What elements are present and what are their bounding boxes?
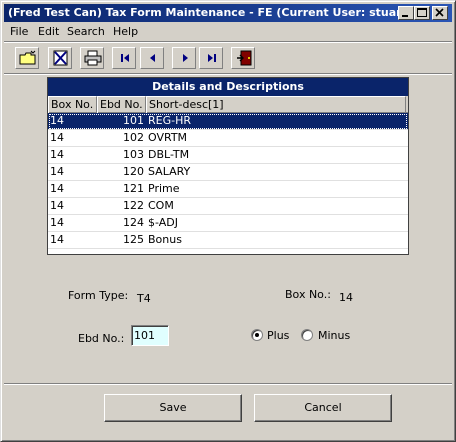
cell-box-no: 14 xyxy=(50,199,64,212)
close-button[interactable] xyxy=(432,6,448,20)
column-header-short-desc[interactable]: Short-desc[1] xyxy=(146,96,406,113)
print-button[interactable] xyxy=(80,47,104,69)
minimize-icon xyxy=(402,15,408,17)
column-header-ebd-no[interactable]: Ebd No. xyxy=(97,96,146,113)
cell-ebd-no: 124 xyxy=(123,216,144,229)
first-record-button[interactable] xyxy=(112,47,136,69)
open-button[interactable] xyxy=(15,47,39,69)
table-row[interactable]: 14 122 COM xyxy=(48,198,408,215)
ebd-no-label: Ebd No.: xyxy=(78,332,125,345)
delete-x-icon xyxy=(53,50,68,66)
next-record-button[interactable] xyxy=(172,47,196,69)
toolbar xyxy=(4,43,452,73)
previous-record-icon xyxy=(150,54,155,62)
minus-radio[interactable] xyxy=(301,329,313,341)
table-row[interactable]: 14 101 REG-HR xyxy=(48,113,408,130)
minus-label[interactable]: Minus xyxy=(318,329,350,342)
cell-box-no: 14 xyxy=(50,131,64,144)
menu-search[interactable]: Search xyxy=(67,25,105,38)
last-record-icon xyxy=(208,54,216,62)
table-row[interactable]: 14 120 SALARY xyxy=(48,164,408,181)
cell-box-no: 14 xyxy=(50,114,64,127)
cell-box-no: 14 xyxy=(50,182,64,195)
close-icon xyxy=(435,8,444,17)
table-row[interactable]: 14 103 DBL-TM xyxy=(48,147,408,164)
form-type-value: T4 xyxy=(137,292,151,305)
column-header-box-no[interactable]: Box No. xyxy=(48,96,97,113)
cell-short-desc: Bonus xyxy=(148,233,182,246)
cell-ebd-no: 125 xyxy=(123,233,144,246)
open-folder-icon xyxy=(19,50,36,65)
radio-selected-dot xyxy=(255,333,259,337)
cell-box-no: 14 xyxy=(50,233,64,246)
cell-ebd-no: 122 xyxy=(123,199,144,212)
next-record-icon xyxy=(183,54,188,62)
exit-button[interactable] xyxy=(231,47,255,69)
toolbar-separator xyxy=(4,73,452,75)
grid-caption: Details and Descriptions xyxy=(48,78,408,96)
maximize-icon xyxy=(417,8,427,17)
first-record-icon xyxy=(121,54,129,62)
cell-short-desc: COM xyxy=(148,199,174,212)
grid-body: 14 101 REG-HR 14 102 OVRTM 14 103 DBL-TM 14 120 SAL… xyxy=(48,113,408,249)
plus-label[interactable]: Plus xyxy=(267,329,289,342)
main-window: (Fred Test Can) Tax Form Maintenance - F… xyxy=(0,0,456,442)
table-row[interactable]: 14 102 OVRTM xyxy=(48,130,408,147)
box-no-value: 14 xyxy=(339,291,353,304)
cell-box-no: 14 xyxy=(50,148,64,161)
menu-help[interactable]: Help xyxy=(113,25,138,38)
grid-header: Box No. Ebd No. Short-desc[1] xyxy=(48,96,408,113)
details-grid[interactable]: Details and Descriptions Box No. Ebd No.… xyxy=(47,77,409,255)
table-row[interactable]: 14 124 $-ADJ xyxy=(48,215,408,232)
cancel-button[interactable]: Cancel xyxy=(254,394,392,422)
save-button[interactable]: Save xyxy=(104,394,242,422)
last-record-button[interactable] xyxy=(199,47,223,69)
maximize-button[interactable] xyxy=(414,6,430,20)
window-title: (Fred Test Can) Tax Form Maintenance - F… xyxy=(8,6,412,19)
table-row[interactable]: 14 121 Prime xyxy=(48,181,408,198)
cell-box-no: 14 xyxy=(50,216,64,229)
delete-button[interactable] xyxy=(48,47,72,69)
menu-edit[interactable]: Edit xyxy=(38,25,59,38)
cell-box-no: 14 xyxy=(50,165,64,178)
minimize-button[interactable] xyxy=(398,6,414,20)
menu-file[interactable]: File xyxy=(10,25,28,38)
cell-short-desc: Prime xyxy=(148,182,180,195)
menu-bar: File Edit Search Help xyxy=(4,23,452,41)
cell-short-desc: $-ADJ xyxy=(148,216,178,229)
cell-short-desc: OVRTM xyxy=(148,131,188,144)
cell-short-desc: SALARY xyxy=(148,165,191,178)
title-bar[interactable]: (Fred Test Can) Tax Form Maintenance - F… xyxy=(4,4,452,22)
ebd-no-input[interactable]: 101 xyxy=(131,325,169,346)
cell-ebd-no: 103 xyxy=(123,148,144,161)
cell-ebd-no: 102 xyxy=(123,131,144,144)
previous-record-button[interactable] xyxy=(140,47,164,69)
exit-door-icon xyxy=(237,50,252,66)
form-type-label: Form Type: xyxy=(68,289,129,302)
cell-ebd-no: 121 xyxy=(123,182,144,195)
cell-ebd-no: 120 xyxy=(123,165,144,178)
print-icon xyxy=(84,50,102,66)
cell-short-desc: DBL-TM xyxy=(148,148,190,161)
cell-ebd-no: 101 xyxy=(123,114,144,127)
plus-radio[interactable] xyxy=(251,329,263,341)
button-panel: Save Cancel xyxy=(4,383,452,438)
table-row[interactable]: 14 125 Bonus xyxy=(48,232,408,249)
box-no-label: Box No.: xyxy=(285,288,331,301)
cell-short-desc: REG-HR xyxy=(148,114,192,127)
